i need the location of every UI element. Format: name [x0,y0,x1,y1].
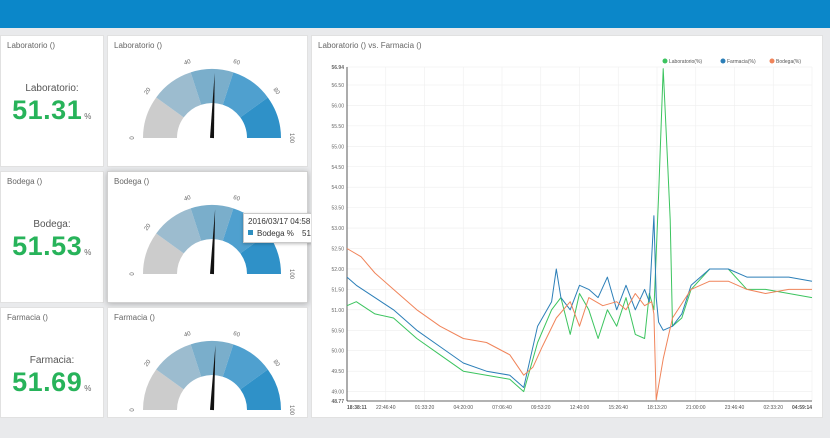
value-panel-title: Bodega () [7,177,43,186]
tooltip-series-row: Bodega % [248,229,294,238]
value-number: 51.31 [12,95,83,125]
x-tick-label: 02:33:20 [764,405,784,411]
y-tick-label: 55.00 [331,144,344,150]
gauge-tick-label: 20 [144,87,153,96]
y-tick-label: 53.00 [331,226,344,232]
value-panel-label: Farmacia: [29,355,75,366]
value-number: 51.69 [12,367,83,397]
gauge-tick-label: 0 [130,272,136,276]
gauge-tick-label: 40 [183,59,192,67]
gauge-tick-label: 100 [288,269,294,280]
y-tick-label: 54.00 [331,185,344,191]
y-tick-label: 50.50 [331,328,344,334]
x-tick-label: 18:38:11 [347,405,367,411]
legend-marker [720,58,726,64]
legend-label: Laboratorio(%) [669,59,702,65]
gauge-tick-label: 60 [232,59,241,67]
gauge-tick-label: 60 [232,195,241,203]
y-tick-label: 51.50 [331,287,344,293]
gauge-tick-label: 20 [144,223,153,232]
line-chart-panel: Laboratorio () vs. Farmacia () 56.94 56.5… [311,35,823,418]
value-panel-title: Laboratorio () [7,41,56,50]
y-tick-label: 56.00 [331,103,344,109]
value-panel-number: 51.69% [1,367,103,398]
y-tick-label: 49.50 [331,369,344,375]
value-panel: Laboratorio () Laboratorio: 51.31% [0,35,104,167]
y-tick-label: 51.00 [331,308,344,314]
y-tick-label: 54.50 [331,165,344,171]
gauge-tick-label: 80 [272,359,281,368]
y-tick-label: 52.50 [331,247,344,253]
gauge: 0 20 40 60 80 100 [130,331,294,416]
value-number: 51.53 [12,231,83,261]
top-header-bar [0,0,830,28]
y-tick-label: 52.00 [331,267,344,273]
gauge-tick-label: 100 [288,405,294,416]
value-panel-title: Farmacia () [7,313,48,322]
x-tick-label: 21:00:00 [686,405,706,411]
value-unit: % [84,384,92,393]
x-tick-label: 07:06:40 [492,405,512,411]
value-panel-number: 51.53% [1,231,103,262]
value-panel-number: 51.31% [1,95,103,126]
gauge-tick-label: 100 [288,133,294,144]
x-tick-label: 09:53:20 [531,405,551,411]
x-tick-label: 12:40:00 [570,405,590,411]
x-tick-label: 04:20:00 [454,405,474,411]
value-unit: % [84,112,92,121]
x-tick-label: 01:33:20 [415,405,435,411]
legend-label: Bodega(%) [776,59,801,65]
y-tick-label: 48.77 [331,399,344,405]
x-tick-label: 04:59:14 [792,405,812,411]
gauge-tick-label: 80 [272,87,281,96]
y-tick-label: 55.50 [331,124,344,130]
legend-marker [769,58,775,64]
x-tick-label: 18:13:20 [647,405,667,411]
legend-label: Farmacia(%) [727,59,756,65]
y-tick-label: 50.00 [331,349,344,355]
value-panel-label: Laboratorio: [25,83,79,94]
y-tick-label: 56.50 [331,83,344,89]
y-tick-label: 53.50 [331,206,344,212]
x-tick-label: 22:46:40 [376,405,396,411]
tooltip-swatch [248,230,253,235]
y-tick-label: 56.94 [331,65,344,71]
legend-marker [662,58,668,64]
tooltip-series: Bodega % [257,229,294,238]
value-panel-label: Bodega: [33,219,71,230]
gauge-tick-label: 20 [144,359,153,368]
gauge-tick-label: 0 [130,408,136,412]
value-unit: % [84,248,92,257]
gauge-tick-label: 40 [183,331,192,339]
gauge-tick-label: 60 [232,331,241,339]
gauge-tick-label: 40 [183,195,192,203]
gauge-panel: Farmacia () 0 20 40 60 80 100 [107,307,308,418]
x-tick-label: 23:46:40 [725,405,745,411]
x-tick-label: 15:26:40 [609,405,629,411]
gauge: 0 20 40 60 80 100 [130,59,294,144]
gauge-panel: Laboratorio () 0 20 40 60 80 100 [107,35,308,167]
value-panel: Farmacia () Farmacia: 51.69% [0,307,104,418]
y-tick-label: 49.00 [331,390,344,396]
value-panel: Bodega () Bodega: 51.53% [0,171,104,303]
line-chart[interactable]: 56.94 56.50 56.00 55.50 55.00 54.50 54.00 53.50… [312,36,822,416]
gauge-tick-label: 0 [130,136,136,140]
